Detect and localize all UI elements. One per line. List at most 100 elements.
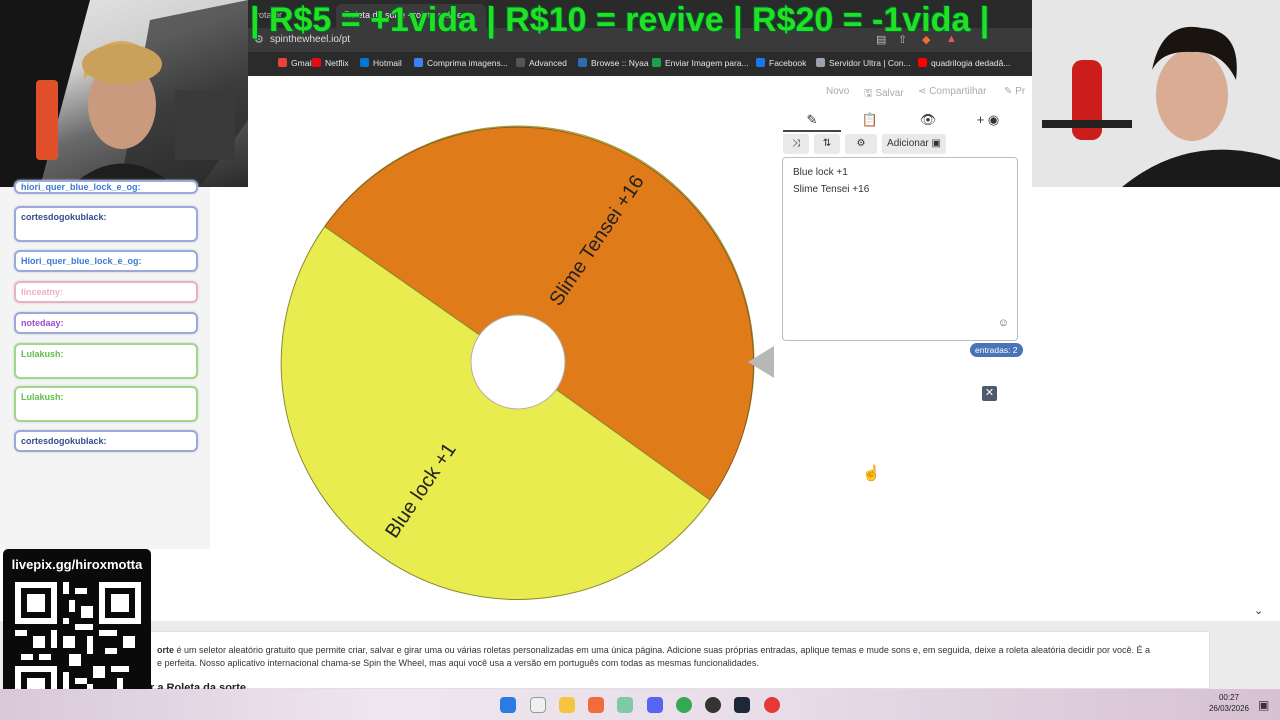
webcam-left-feed — [0, 0, 248, 187]
file-explorer-icon[interactable] — [559, 697, 575, 713]
qr-title: livepix.gg/hiroxmotta — [11, 557, 143, 572]
pencil-icon: ✎ — [1004, 86, 1016, 97]
hide-tab-eye-off-icon[interactable]: 👁 — [899, 112, 957, 128]
bookmark-advanced[interactable]: Advanced — [516, 58, 567, 68]
media-player-icon[interactable] — [764, 697, 780, 713]
hotmail-icon — [360, 58, 369, 67]
wheel-graphic[interactable]: Slime Tensei +16 Blue lock +1 — [280, 124, 756, 600]
entries-textarea[interactable]: Blue lock +1 Slime Tensei +16 ☺ — [782, 157, 1018, 341]
webcam-right-feed — [1032, 0, 1280, 187]
description-line-1: orte é um seletor aleatório gratuito que… — [157, 644, 1205, 657]
bookmark-label: Netflix — [325, 58, 349, 68]
description-box: orte é um seletor aleatório gratuito que… — [150, 631, 1210, 689]
bookmark-netflix[interactable]: Netflix — [312, 58, 349, 68]
bookmark-gmail[interactable]: Gmail — [278, 58, 313, 68]
bookmark-label: Facebook — [769, 58, 807, 68]
description-bold: orte — [157, 645, 175, 655]
clock-date: 26/03/2026 — [1208, 704, 1250, 713]
save-button[interactable]: 🖫 Salvar — [864, 86, 904, 103]
active-tab-indicator — [783, 130, 841, 132]
bookmark-hotmail[interactable]: Hotmail — [360, 58, 402, 68]
chat-message: notedaay: — [14, 312, 198, 334]
bookmark-label: Browse :: Nyaa — [591, 58, 649, 68]
chrome-icon[interactable] — [676, 697, 692, 713]
chat-username: hiori_quer_blue_lock_e_og: — [21, 182, 141, 192]
discord-icon[interactable] — [647, 697, 663, 713]
chat-message: linceatny: — [14, 281, 198, 303]
advanced-icon — [516, 58, 525, 67]
chat-message: Lulakush: — [14, 343, 198, 379]
share-label: Compartilhar — [929, 86, 987, 97]
bookmark-label: Advanced — [529, 58, 567, 68]
sort-button-icon[interactable]: ⇅ — [814, 134, 840, 154]
add-image-button[interactable]: Adicionar ▣ — [882, 134, 946, 154]
shuffle-button-icon[interactable]: ⤨ — [783, 134, 809, 154]
save-label: Salvar — [875, 88, 904, 99]
image-icon — [652, 58, 661, 67]
image-icon: ▣ — [931, 138, 941, 149]
entry-line[interactable]: Blue lock +1 — [793, 164, 1007, 181]
share-button[interactable]: ⋖ Compartilhar — [918, 86, 986, 97]
more-button[interactable]: ✎ Pr — [1004, 86, 1025, 97]
entries-count-badge: entradas: 2 — [970, 343, 1023, 357]
chat-username: Hiori_quer_blue_lock_e_og: — [21, 256, 142, 266]
edit-tab-pencil-icon[interactable]: ✎ — [783, 112, 841, 128]
bookmark-servidor[interactable]: Servidor Ultra | Con... — [816, 58, 911, 68]
app-icon[interactable] — [617, 697, 633, 713]
chat-message: cortesdogokublack: — [14, 430, 198, 452]
settings-gear-icon[interactable]: ⚙ — [845, 134, 877, 154]
taskbar: 00:27 26/03/2026 ▣ — [0, 689, 1280, 720]
new-button[interactable]: Novo — [826, 86, 849, 97]
system-clock[interactable]: 00:27 26/03/2026 — [1204, 692, 1254, 714]
editor-tabs: ✎ 📋 👁 + ◉ — [783, 108, 1017, 132]
bookmark-comprima[interactable]: Comprima imagens... — [414, 58, 508, 68]
bookmark-label: Enviar Imagem para... — [665, 58, 749, 68]
chat-username: Lulakush: — [21, 349, 64, 359]
bookmarks-bar: Gmail Netflix Hotmail Comprima imagens..… — [248, 52, 1032, 76]
bookmark-enviar-imagem[interactable]: Enviar Imagem para... — [652, 58, 749, 68]
heart-icon — [414, 58, 423, 67]
chat-username: cortesdogokublack: — [21, 436, 107, 446]
gmail-icon — [278, 58, 287, 67]
bookmark-label: Servidor Ultra | Con... — [829, 58, 911, 68]
bookmark-label: quadrilogia dedadâ... — [931, 58, 1011, 68]
chevron-down-icon[interactable]: ⌄ — [1254, 604, 1263, 617]
share-icon: ⋖ — [918, 86, 930, 97]
steam-icon[interactable] — [734, 697, 750, 713]
spin-wheel[interactable]: Slime Tensei +16 Blue lock +1 — [280, 124, 756, 600]
chat-message: cortesdogokublack: — [14, 206, 198, 242]
description-line-2: e perfeita. Nosso aplicativo internacion… — [157, 658, 759, 668]
bookmark-label: Comprima imagens... — [427, 58, 508, 68]
results-tab-clipboard-icon[interactable]: 📋 — [841, 112, 899, 128]
brave-browser-icon[interactable] — [588, 697, 604, 713]
bookmark-nyaa[interactable]: Browse :: Nyaa — [578, 58, 649, 68]
emoji-icon[interactable]: ☺ — [998, 315, 1009, 332]
more-label: Pr — [1015, 86, 1026, 97]
entry-line[interactable]: Slime Tensei +16 — [793, 181, 1007, 198]
add-wheel-tab-color-icon[interactable]: + ◉ — [959, 112, 1017, 128]
notification-icon[interactable]: ▣ — [1258, 698, 1269, 712]
bookmark-youtube[interactable]: quadrilogia dedadâ... — [918, 58, 1010, 68]
description-text-1: é um seletor aleatório gratuito que perm… — [174, 645, 1151, 655]
server-icon — [816, 58, 825, 67]
wheel-pointer-icon — [748, 346, 774, 378]
windows-start-icon[interactable] — [500, 697, 516, 713]
nyaa-icon — [578, 58, 587, 67]
netflix-icon — [312, 58, 321, 67]
clock-time: 00:27 — [1218, 693, 1240, 702]
chat-message: Lulakush: — [14, 386, 198, 422]
page-toolbar: Novo 🖫 Salvar ⋖ Compartilhar ✎ Pr — [820, 85, 1032, 101]
search-icon[interactable] — [530, 697, 546, 713]
wheel-center[interactable] — [470, 314, 566, 410]
editor-actions: ⤨ ⇅ ⚙ Adicionar ▣ — [783, 134, 1017, 154]
chat-message: hiori_quer_blue_lock_e_og: — [14, 180, 198, 194]
add-image-label: Adicionar — [887, 138, 929, 149]
bookmark-label: Hotmail — [373, 58, 402, 68]
bookmark-facebook[interactable]: Facebook — [756, 58, 806, 68]
close-icon[interactable]: ✕ — [982, 386, 997, 401]
save-icon: 🖫 — [864, 88, 876, 99]
webcam-right — [1032, 0, 1280, 187]
chat-message: Hiori_quer_blue_lock_e_og: — [14, 250, 198, 272]
webcam-left — [0, 0, 248, 187]
obs-icon[interactable] — [705, 697, 721, 713]
